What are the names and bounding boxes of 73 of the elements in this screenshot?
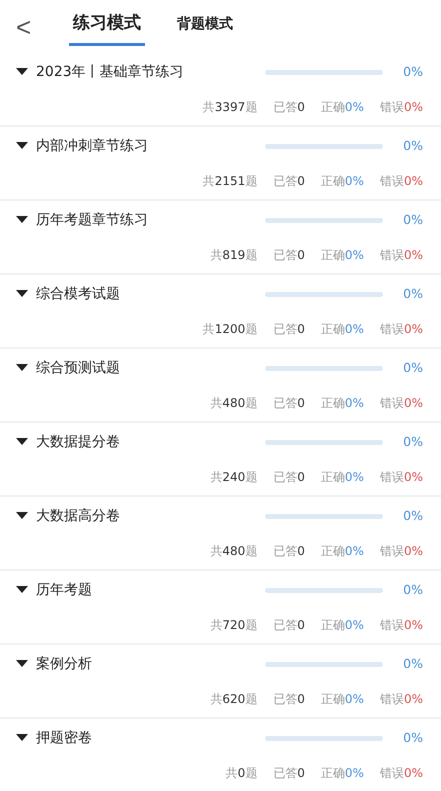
caret-down-icon[interactable] bbox=[16, 290, 28, 298]
answered-count: 已答0 bbox=[273, 395, 305, 412]
section-title[interactable]: 大数据提分卷 bbox=[36, 432, 265, 452]
wrong-rate: 错误0% bbox=[380, 765, 423, 782]
section-title[interactable]: 综合模考试题 bbox=[36, 284, 265, 304]
back-button[interactable]: < bbox=[12, 14, 42, 40]
wrong-rate: 错误0% bbox=[380, 173, 423, 190]
correct-rate: 正确0% bbox=[320, 691, 364, 708]
answered-count: 已答0 bbox=[273, 469, 305, 486]
total-count: 共3397题 bbox=[202, 99, 258, 116]
correct-rate: 正确0% bbox=[320, 99, 364, 116]
mode-tab[interactable]: 背题模式 bbox=[173, 10, 238, 44]
answered-count: 已答0 bbox=[273, 247, 305, 264]
correct-rate: 正确0% bbox=[320, 321, 364, 338]
answered-count: 已答0 bbox=[273, 99, 305, 116]
caret-down-icon[interactable] bbox=[16, 586, 28, 594]
section-title[interactable]: 案例分析 bbox=[36, 654, 265, 674]
wrong-rate: 错误0% bbox=[380, 543, 423, 560]
progress-percent: 0% bbox=[402, 654, 423, 673]
progress-percent: 0% bbox=[402, 284, 423, 303]
total-count: 共240题 bbox=[210, 469, 258, 486]
progress-percent: 0% bbox=[402, 136, 423, 155]
answered-count: 已答0 bbox=[273, 691, 305, 708]
correct-rate: 正确0% bbox=[320, 247, 364, 264]
section-title[interactable]: 押题密卷 bbox=[36, 728, 265, 748]
progress-percent: 0% bbox=[402, 210, 423, 229]
correct-rate: 正确0% bbox=[320, 765, 364, 782]
wrong-rate: 错误0% bbox=[380, 617, 423, 634]
total-count: 共819题 bbox=[210, 247, 258, 264]
wrong-rate: 错误0% bbox=[380, 469, 423, 486]
correct-rate: 正确0% bbox=[320, 173, 364, 190]
answered-count: 已答0 bbox=[273, 543, 305, 560]
total-count: 共0题 bbox=[226, 765, 258, 782]
progress-percent: 0% bbox=[402, 432, 423, 451]
progress-percent: 0% bbox=[402, 506, 423, 525]
caret-down-icon[interactable] bbox=[16, 660, 28, 668]
caret-down-icon[interactable] bbox=[16, 142, 28, 150]
wrong-rate: 错误0% bbox=[380, 395, 423, 412]
wrong-rate: 错误0% bbox=[380, 247, 423, 264]
caret-down-icon[interactable] bbox=[16, 68, 28, 76]
total-count: 共2151题 bbox=[202, 173, 258, 190]
caret-down-icon[interactable] bbox=[16, 512, 28, 520]
wrong-rate: 错误0% bbox=[380, 321, 423, 338]
total-count: 共620题 bbox=[210, 691, 258, 708]
progress-percent: 0% bbox=[402, 62, 423, 81]
caret-down-icon[interactable] bbox=[16, 734, 28, 742]
section-title[interactable]: 历年考题 bbox=[36, 580, 265, 600]
total-count: 共480题 bbox=[210, 395, 258, 412]
progress-percent: 0% bbox=[402, 728, 423, 747]
answered-count: 已答0 bbox=[273, 765, 305, 782]
caret-down-icon[interactable] bbox=[16, 438, 28, 446]
answered-count: 已答0 bbox=[273, 617, 305, 634]
section-title[interactable]: 内部冲刺章节练习 bbox=[36, 136, 265, 156]
answered-count: 已答0 bbox=[273, 173, 305, 190]
total-count: 共720题 bbox=[210, 617, 258, 634]
progress-percent: 0% bbox=[402, 358, 423, 377]
wrong-rate: 错误0% bbox=[380, 691, 423, 708]
answered-count: 已答0 bbox=[273, 321, 305, 338]
total-count: 共1200题 bbox=[202, 321, 258, 338]
correct-rate: 正确0% bbox=[320, 469, 364, 486]
mode-tab[interactable]: 练习模式 bbox=[69, 7, 146, 46]
caret-down-icon[interactable] bbox=[16, 216, 28, 224]
correct-rate: 正确0% bbox=[320, 543, 364, 560]
section-title[interactable]: 综合预测试题 bbox=[36, 358, 265, 378]
section-title[interactable]: 2023年丨基础章节练习 bbox=[36, 62, 265, 82]
total-count: 共480题 bbox=[210, 543, 258, 560]
caret-down-icon[interactable] bbox=[16, 364, 28, 372]
wrong-rate: 错误0% bbox=[380, 99, 423, 116]
section-title[interactable]: 历年考题章节练习 bbox=[36, 210, 265, 230]
correct-rate: 正确0% bbox=[320, 395, 364, 412]
progress-percent: 0% bbox=[402, 580, 423, 599]
section-title[interactable]: 大数据高分卷 bbox=[36, 506, 265, 526]
correct-rate: 正确0% bbox=[320, 617, 364, 634]
